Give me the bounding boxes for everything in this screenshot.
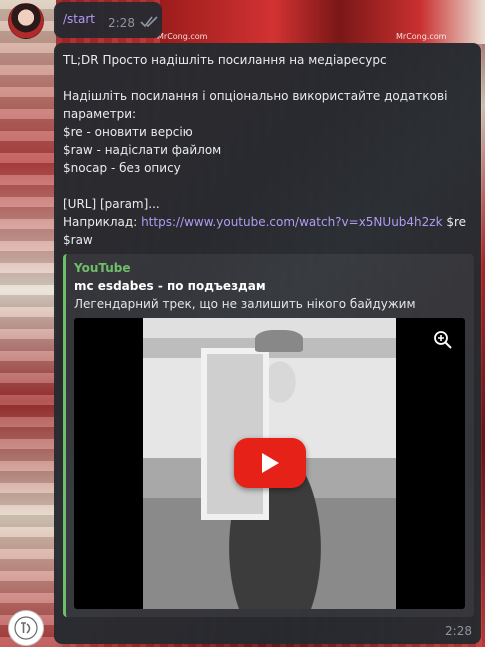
- link-preview[interactable]: YouTube mc esdabes - по подъездам Легенд…: [63, 254, 474, 617]
- example-line: Наприклад: https://www.youtube.com/watch…: [63, 213, 473, 231]
- thumbnail-door: [201, 348, 269, 520]
- thumbnail-cap: [255, 330, 303, 352]
- preview-title: mc esdabes - по подъездам: [74, 279, 266, 293]
- text-line: параметри:: [63, 107, 137, 121]
- preview-description: Легендарний трек, що не залишить нікого …: [74, 297, 416, 311]
- example-label: Наприклад:: [63, 215, 142, 229]
- bot-logo-icon: [14, 616, 38, 640]
- video-thumbnail[interactable]: [74, 318, 465, 609]
- play-icon: [262, 453, 279, 473]
- example-suffix: $re: [442, 215, 467, 229]
- text-line: [URL] [param]...: [63, 197, 160, 211]
- double-check-icon: [140, 16, 158, 28]
- preview-site-name: YouTube: [74, 261, 131, 275]
- text-line-empty: [63, 69, 473, 87]
- message-text: TL;DR Просто надішліть посилання на меді…: [63, 51, 473, 249]
- user-avatar[interactable]: [8, 3, 44, 39]
- wallpaper-strip: [0, 0, 56, 647]
- text-line: $raw - надіслати файлом: [63, 143, 222, 157]
- text-line-empty: [63, 177, 473, 195]
- text-line: $nocap - без опису: [63, 161, 181, 175]
- text-line: $re - оновити версію: [63, 125, 193, 139]
- outgoing-message[interactable]: /start 2:28: [54, 2, 162, 38]
- example-link[interactable]: https://www.youtube.com/watch?v=x5NUub4h…: [141, 215, 442, 229]
- wallpaper-watermark: MrCong.com: [396, 32, 447, 41]
- zoom-in-icon[interactable]: [433, 330, 453, 350]
- play-button[interactable]: [234, 438, 306, 488]
- example-suffix-line: $raw: [63, 233, 93, 247]
- message-time: 2:28: [108, 16, 135, 30]
- bot-avatar[interactable]: [8, 610, 44, 646]
- wallpaper-watermark: MrCong.com: [157, 32, 208, 41]
- text-line: TL;DR Просто надішліть посилання на меді…: [63, 53, 387, 67]
- bot-message[interactable]: TL;DR Просто надішліть посилання на меді…: [54, 43, 481, 644]
- message-time: 2:28: [445, 624, 472, 638]
- command-text[interactable]: /start: [63, 12, 95, 26]
- text-line: Надішліть посилання і опціонально викори…: [63, 89, 448, 103]
